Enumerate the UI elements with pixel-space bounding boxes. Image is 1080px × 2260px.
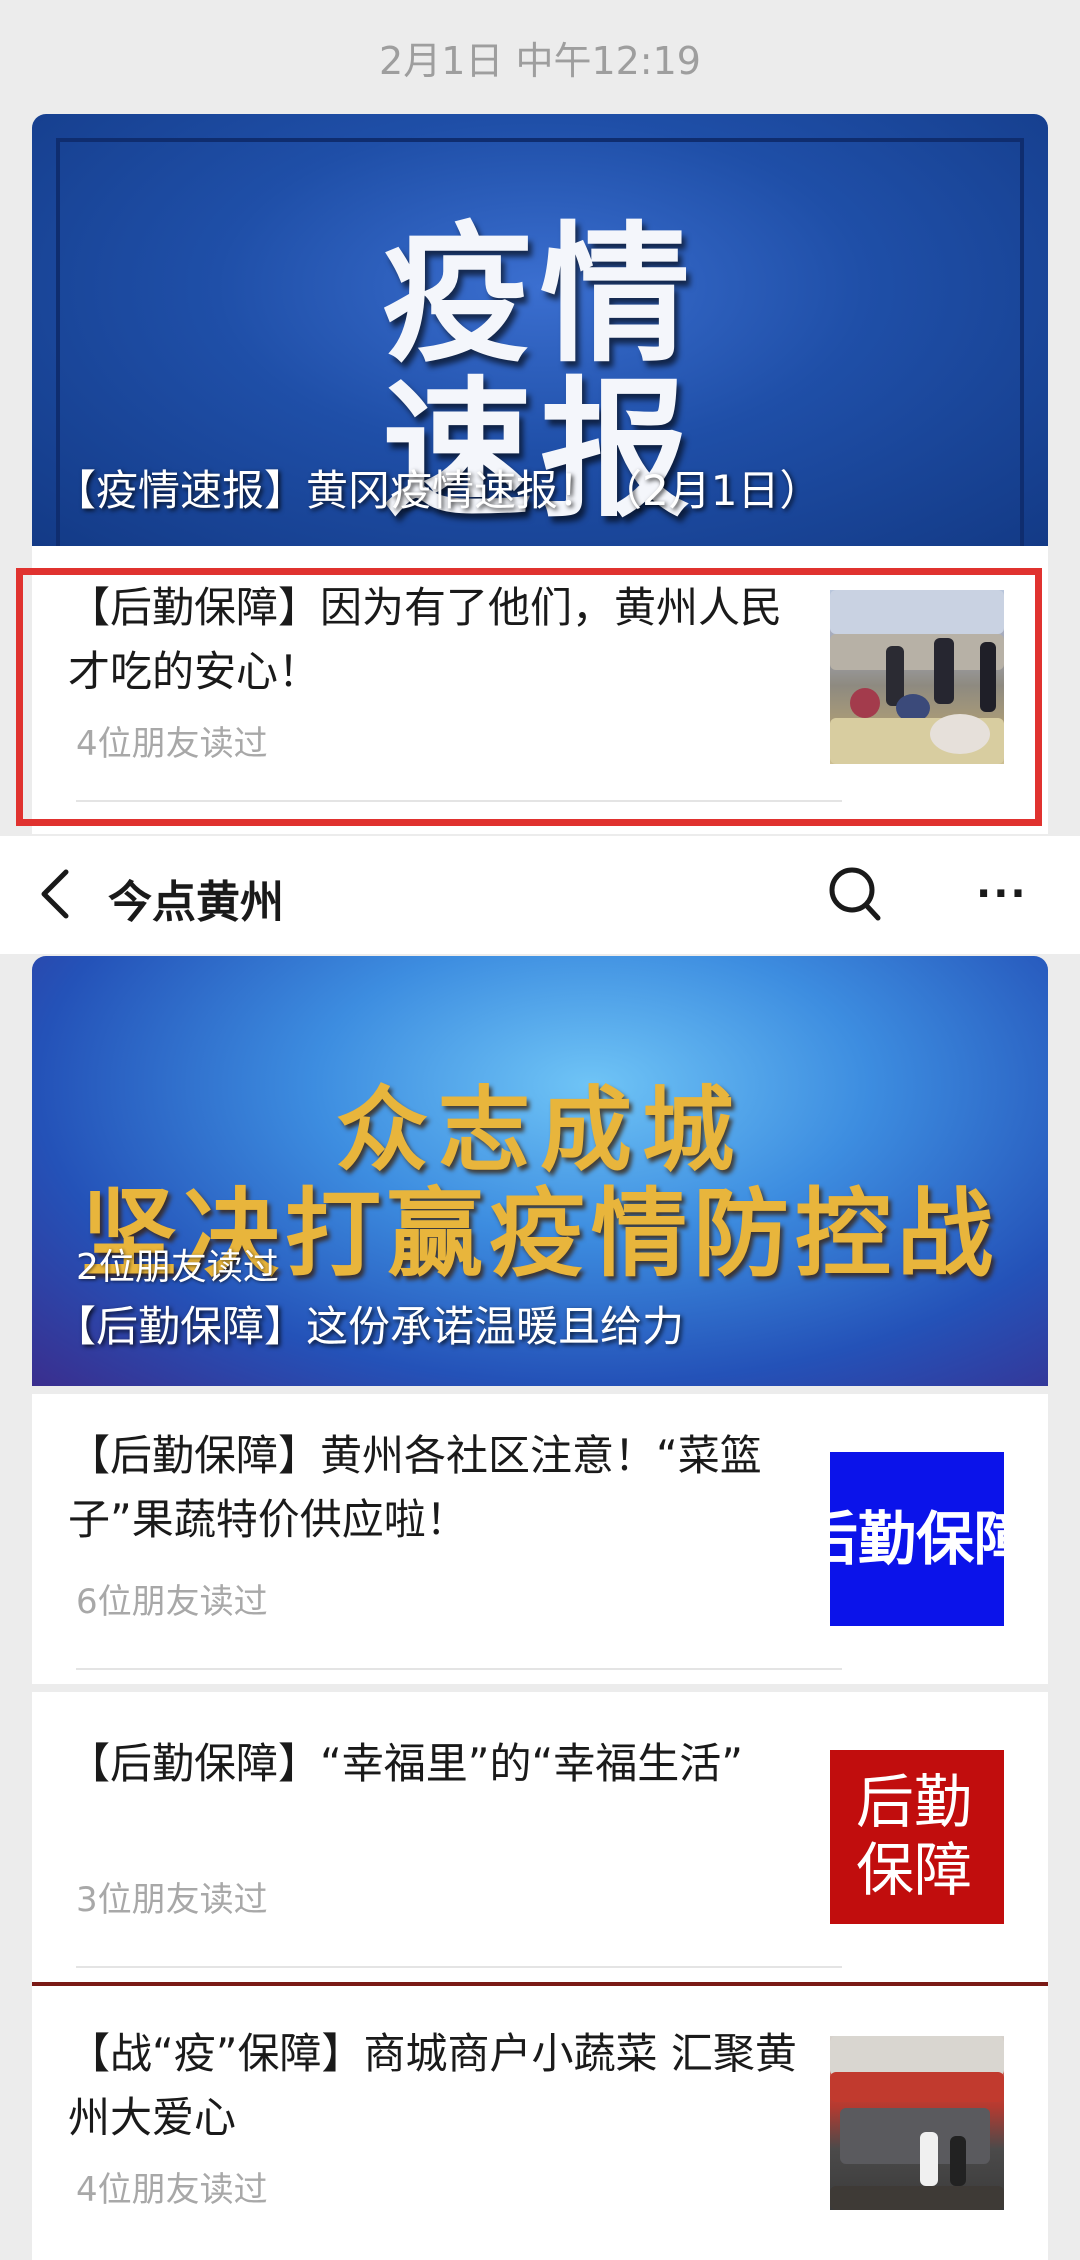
back-button[interactable] bbox=[36, 858, 80, 930]
cover-article[interactable]: 众志成城 坚决打赢疫情防控战 2位朋友读过 【后勤保障】这份承诺温暖且给力 bbox=[32, 956, 1048, 1386]
more-dots-icon: ··· bbox=[976, 871, 1028, 917]
article-list-item[interactable]: 【后勤保障】“幸福里”的“幸福生活” 3位朋友读过 后勤 保障 bbox=[32, 1692, 1048, 1982]
chevron-left-icon bbox=[41, 869, 69, 919]
thumbnail-ground bbox=[830, 2186, 1004, 2210]
cover-article-title: 【疫情速报】黄冈疫情速报！（2月1日） bbox=[54, 466, 822, 515]
article-title: 【后勤保障】“幸福里”的“幸福生活” bbox=[68, 1739, 744, 1788]
thumbnail-storefront-sign bbox=[830, 2072, 1004, 2102]
message-timestamp: 2月1日 中午12:19 bbox=[379, 39, 701, 83]
article-list-item[interactable]: 【后勤保障】黄州各社区注意！“菜篮子”果蔬特价供应啦！ 6位朋友读过 后勤保障 bbox=[32, 1394, 1048, 1684]
cover-article-title: 【后勤保障】这份承诺温暖且给力 bbox=[54, 1302, 685, 1351]
top-navigation-bar: 今点黄州 ··· bbox=[0, 836, 1080, 954]
thumbnail-person bbox=[950, 2136, 966, 2186]
divider bbox=[76, 1668, 842, 1670]
article-thumbnail: 后勤保障 bbox=[830, 1452, 1004, 1626]
separator bbox=[32, 1684, 1048, 1692]
article-card-bottom: 众志成城 坚决打赢疫情防控战 2位朋友读过 【后勤保障】这份承诺温暖且给力 【后… bbox=[32, 956, 1048, 2260]
friends-read-count: 3位朋友读过 bbox=[76, 1880, 268, 1920]
article-list-item[interactable]: 【战“疫”保障】商城商户小蔬菜 汇聚黄州大爱心 4位朋友读过 bbox=[32, 1986, 1048, 2260]
article-title: 【后勤保障】黄州各社区注意！“菜篮子”果蔬特价供应啦！ bbox=[68, 1431, 762, 1544]
separator bbox=[32, 1386, 1048, 1394]
cover-article[interactable]: 疫情 速报 【疫情速报】黄冈疫情速报！（2月1日） bbox=[32, 114, 1048, 546]
divider bbox=[76, 1966, 842, 1968]
article-thumbnail bbox=[830, 2036, 1004, 2210]
friends-read-count: 4位朋友读过 bbox=[76, 2170, 268, 2210]
more-options-button[interactable]: ··· bbox=[976, 874, 1036, 914]
article-thumbnail: 后勤 保障 bbox=[830, 1750, 1004, 1924]
friends-read-count: 2位朋友读过 bbox=[76, 1247, 279, 1288]
thumbnail-sky bbox=[830, 2036, 1004, 2076]
friends-read-count: 6位朋友读过 bbox=[76, 1582, 268, 1622]
thumbnail-storefront bbox=[840, 2108, 990, 2164]
article-title: 【战“疫”保障】商城商户小蔬菜 汇聚黄州大爱心 bbox=[68, 2029, 797, 2142]
search-button[interactable] bbox=[826, 862, 886, 926]
highlight-box bbox=[16, 568, 1042, 826]
search-icon bbox=[829, 867, 881, 921]
account-title: 今点黄州 bbox=[108, 877, 284, 928]
thumbnail-person bbox=[920, 2132, 938, 2186]
